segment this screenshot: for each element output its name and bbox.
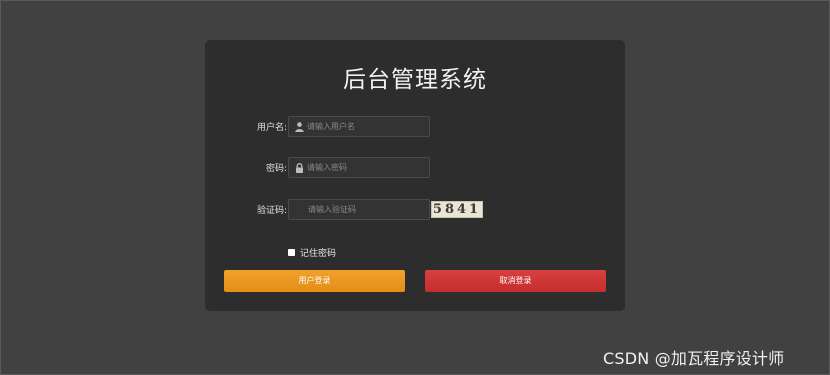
username-input[interactable] <box>307 117 425 136</box>
login-panel: 后台管理系统 用户名: 密码: 验证码: 5841 记住密码 <box>205 40 625 311</box>
watermark: CSDN @加瓦程序设计师 <box>603 349 785 368</box>
password-label: 密码: <box>265 164 287 174</box>
captcha-image[interactable]: 5841 <box>431 201 483 218</box>
login-button[interactable]: 用户登录 <box>224 270 405 292</box>
password-field[interactable] <box>288 157 430 178</box>
captcha-label: 验证码: <box>256 206 287 216</box>
captcha-row: 验证码: 5841 <box>205 199 625 221</box>
page-title: 后台管理系统 <box>343 67 487 93</box>
username-label: 用户名: <box>256 123 287 133</box>
captcha-input[interactable] <box>308 200 426 219</box>
password-row: 密码: <box>205 157 625 179</box>
user-icon <box>295 122 304 132</box>
remember-password-option[interactable]: 记住密码 <box>288 245 336 259</box>
remember-label: 记住密码 <box>300 248 337 259</box>
cancel-button[interactable]: 取消登录 <box>425 270 606 292</box>
remember-checkbox[interactable] <box>288 248 295 256</box>
username-row: 用户名: <box>205 116 625 138</box>
username-field[interactable] <box>288 116 430 137</box>
lock-icon <box>296 163 303 173</box>
password-input[interactable] <box>307 158 425 177</box>
captcha-field[interactable] <box>288 199 430 220</box>
